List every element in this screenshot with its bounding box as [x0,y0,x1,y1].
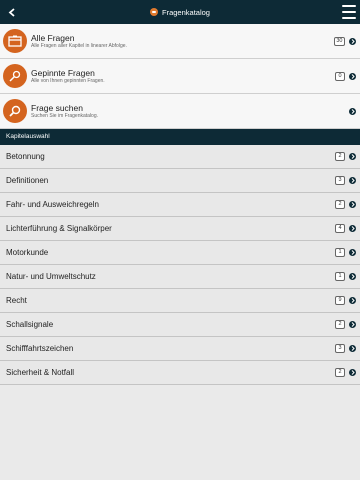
chapter-item[interactable]: Betonnung 2 [0,145,360,169]
chapter-item[interactable]: Lichterführung & Signalkörper 4 [0,217,360,241]
chapter-item[interactable]: Natur- und Umweltschutz 1 [0,265,360,289]
count-badge: 3 [335,176,345,185]
chapter-label: Sicherheit & Notfall [6,368,75,377]
chevron-right-icon [349,345,356,352]
chapter-label: Lichterführung & Signalkörper [6,224,112,233]
count-badge: 2 [335,200,345,209]
list-item-search-question[interactable]: Frage suchen Suchen Sie im Fragenkatalog… [0,94,360,129]
chapter-item[interactable]: Definitionen 3 [0,169,360,193]
chapter-label: Recht [6,296,27,305]
count-badge: 1 [335,248,345,257]
navigation-bar: Fragenkatalog [0,0,360,24]
chapter-item[interactable]: Schallsignale 2 [0,313,360,337]
chevron-right-icon [349,321,356,328]
chevron-right-icon [349,297,356,304]
chevron-right-icon [349,72,356,80]
count-badge: 2 [335,320,345,329]
item-title: Frage suchen [31,102,83,113]
chapter-label: Definitionen [6,176,49,185]
catalog-icon [150,8,159,16]
chevron-left-icon [8,7,15,17]
back-button[interactable] [0,0,24,24]
menu-button[interactable] [342,5,356,19]
chapter-label: Motorkunde [6,248,49,257]
chevron-right-icon [349,369,356,376]
count-badge: 30 [333,36,345,46]
page-title: Fragenkatalog [162,7,210,17]
chevron-right-icon [349,249,356,256]
chapter-item[interactable]: Schifffahrtszeichen 3 [0,337,360,361]
chapter-label: Schifffahrtszeichen [6,344,74,353]
list-item-pinned-questions[interactable]: Gepinnte Fragen Alle von Ihnen gepinnten… [0,59,360,94]
chevron-right-icon [349,153,356,160]
chapter-item[interactable]: Motorkunde 1 [0,241,360,265]
item-subtitle: Alle von Ihnen gepinnten Fragen. [31,77,105,84]
item-title: Gepinnte Fragen [31,67,95,78]
count-badge: 3 [335,344,345,353]
item-subtitle: Alle Fragen aller Kapitel in linearer Ab… [31,42,127,49]
pin-icon [3,64,27,88]
item-subtitle: Suchen Sie im Fragenkatalog. [31,112,98,119]
title-group: Fragenkatalog [150,8,210,17]
count-badge: 2 [335,152,345,161]
count-badge: 9 [335,296,345,305]
item-title: Alle Fragen [31,32,75,43]
hamburger-menu-icon [342,5,356,7]
count-badge: 4 [335,224,345,233]
top-list: Alle Fragen Alle Fragen aller Kapitel in… [0,24,360,129]
chevron-right-icon [349,225,356,232]
chevron-right-icon [349,177,356,184]
chevron-right-icon [349,107,356,115]
chapter-item[interactable]: Recht 9 [0,289,360,313]
chapter-item[interactable]: Fahr- und Ausweichregeln 2 [0,193,360,217]
chapter-item[interactable]: Sicherheit & Notfall 2 [0,361,360,385]
chapter-label: Fahr- und Ausweichregeln [6,200,99,209]
count-badge: 0 [335,71,345,81]
chapter-label: Betonnung [6,152,45,161]
box-icon [3,29,27,53]
chapter-label: Schallsignale [6,320,54,329]
chapter-list: Betonnung 2 Definitionen 3 Fahr- und Ausweic… [0,145,360,385]
list-item-all-questions[interactable]: Alle Fragen Alle Fragen aller Kapitel in… [0,24,360,59]
section-header-chapters: Kapitelauswahl [0,129,360,145]
chapter-label: Natur- und Umweltschutz [6,272,96,281]
search-icon [3,99,27,123]
count-badge: 2 [335,368,345,377]
chevron-right-icon [349,201,356,208]
chevron-right-icon [349,273,356,280]
count-badge: 1 [335,272,345,281]
chevron-right-icon [349,37,356,45]
